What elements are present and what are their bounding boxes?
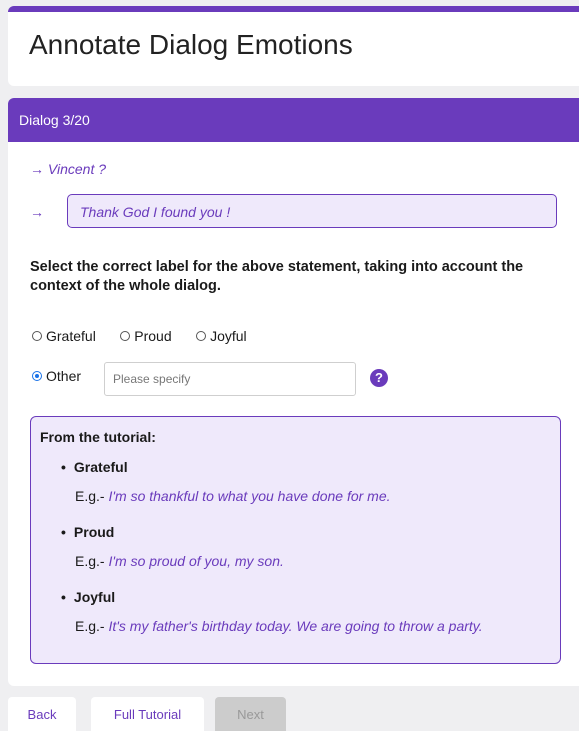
dialog-turn-text: Vincent ? [47,161,107,177]
radio-unchecked-icon[interactable] [32,331,42,341]
tutorial-panel: From the tutorial: Grateful E.g.- I'm so… [30,416,561,664]
example-text: I'm so proud of you, my son. [108,553,284,569]
tutorial-item-label: Joyful [61,589,115,605]
other-option-row: Other ? [32,362,532,396]
tutorial-example: E.g.- It's my father's birthday today. W… [75,618,483,634]
option-other[interactable]: Other [32,368,81,384]
example-prefix: E.g.- [75,488,105,504]
tutorial-item-label: Grateful [61,459,128,475]
example-text: It's my father's birthday today. We are … [108,618,483,634]
dialog-turn-target: → Thank God I found you ! [30,194,570,230]
back-button[interactable]: Back [8,697,76,731]
option-label: Other [46,368,82,384]
option-joyful[interactable]: Joyful [196,328,247,344]
example-prefix: E.g.- [75,553,105,569]
full-tutorial-button[interactable]: Full Tutorial [91,697,204,731]
dialog-card: Dialog 3/20 → Vincent ? → Thank God I fo… [8,98,579,686]
tutorial-example: E.g.- I'm so thankful to what you have d… [75,488,391,504]
tutorial-item-label: Proud [61,524,114,540]
example-prefix: E.g.- [75,618,105,634]
tutorial-item: Proud E.g.- I'm so proud of you, my son. [61,524,284,569]
option-label: Joyful [210,328,247,344]
label-options: Grateful Proud Joyful [32,328,267,348]
title-card: Annotate Dialog Emotions [8,12,579,86]
radio-unchecked-icon[interactable] [120,331,131,341]
radio-checked-icon[interactable] [32,371,42,381]
arrow-right-icon: → [30,161,44,177]
option-grateful[interactable]: Grateful [32,328,96,344]
tutorial-heading: From the tutorial: [40,429,156,445]
page-title: Annotate Dialog Emotions [29,29,353,60]
other-specify-input[interactable] [104,362,356,396]
option-label: Proud [134,328,172,344]
radio-unchecked-icon[interactable] [196,331,207,341]
tutorial-item: Joyful E.g.- It's my father's birthday t… [61,589,483,634]
dialog-progress-header: Dialog 3/20 [8,98,579,142]
question-circle-icon[interactable]: ? [370,369,388,387]
option-label: Grateful [46,328,96,344]
example-text: I'm so thankful to what you have done fo… [108,488,391,504]
next-button[interactable]: Next [215,697,286,731]
dialog-turn: → Vincent ? [30,161,106,177]
tutorial-example: E.g.- I'm so proud of you, my son. [75,553,284,569]
label-instruction: Select the correct label for the above s… [30,259,524,294]
tutorial-item: Grateful E.g.- I'm so thankful to what y… [61,459,391,504]
arrow-right-icon: → [30,204,44,220]
option-proud[interactable]: Proud [120,328,172,344]
target-statement: Thank God I found you ! [67,194,557,228]
